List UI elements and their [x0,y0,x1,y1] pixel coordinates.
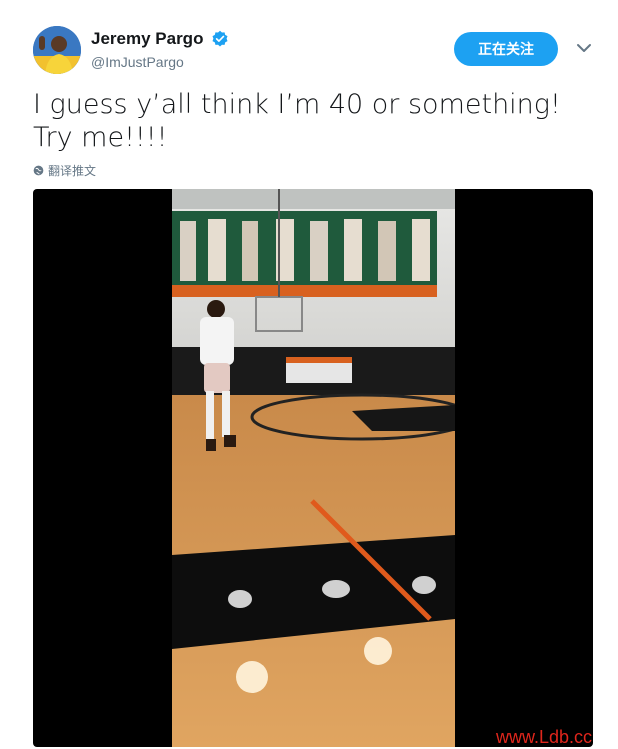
verified-badge-icon [212,30,228,47]
avatar[interactable] [33,26,81,74]
translate-label: 翻译推文 [48,164,97,178]
display-name[interactable]: Jeremy Pargo [91,29,203,49]
translate-tweet-link[interactable]: 翻译推文 [33,162,96,179]
video-frame [172,189,455,747]
chevron-down-icon[interactable] [576,42,592,54]
following-button[interactable]: 正在关注 [454,32,558,66]
tweet-text: I guess y’all think I’m 40 or something!… [33,89,561,153]
tweet-video[interactable] [33,189,593,747]
avatar-image [33,26,81,74]
globe-icon [33,165,44,176]
user-handle[interactable]: @ImJustPargo [91,54,184,70]
watermark: www.Ldb.cc [496,727,593,747]
